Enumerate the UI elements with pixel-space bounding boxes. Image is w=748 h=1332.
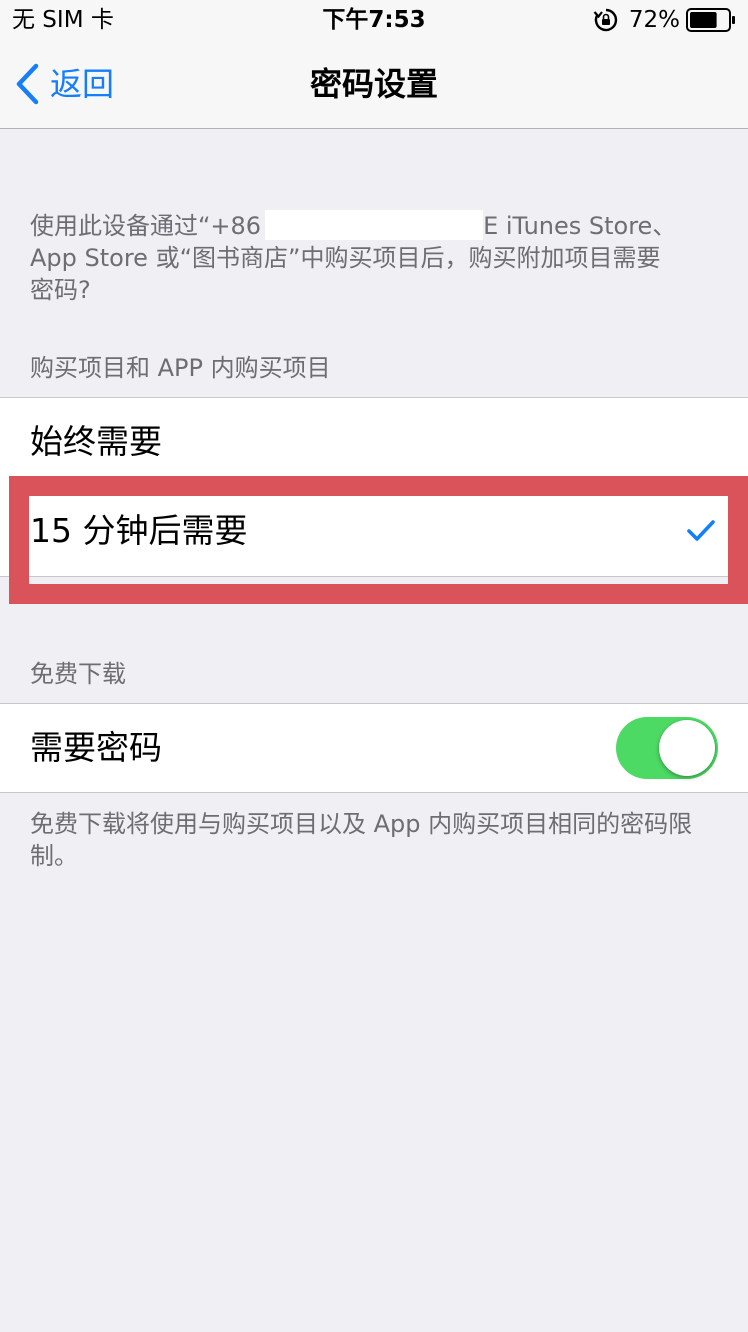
option-label: 始终需要 bbox=[30, 422, 162, 461]
purchase-description: 使用此设备通过“+86 E iTunes Store、 App Store 或“图… bbox=[30, 210, 730, 306]
require-password-toggle[interactable] bbox=[616, 717, 718, 779]
option-require-after-15-minutes[interactable]: 15 分钟后需要 bbox=[0, 486, 748, 576]
purchases-section-header: 购买项目和 APP 内购买项目 bbox=[30, 354, 331, 382]
option-always-require[interactable]: 始终需要 bbox=[0, 398, 748, 486]
navigation-bar: 返回 密码设置 bbox=[0, 40, 748, 129]
require-password-label: 需要密码 bbox=[30, 728, 162, 767]
description-line-1-prefix: 使用此设备通过“+86 bbox=[30, 212, 262, 240]
free-downloads-section-header: 免费下载 bbox=[30, 660, 126, 688]
description-line-3: 密码? bbox=[30, 276, 91, 304]
redacted-phone-number bbox=[265, 210, 484, 240]
free-downloads-group: 需要密码 bbox=[0, 703, 748, 793]
option-label: 15 分钟后需要 bbox=[30, 511, 248, 550]
rotation-lock-icon bbox=[593, 8, 618, 32]
password-settings-screen: 无 SIM 卡 下午7:53 72% 返回 密码设置 使用此设备通过“+86 E… bbox=[0, 0, 748, 1332]
description-line-2: App Store 或“图书商店”中购买项目后，购买附加项目需要 bbox=[30, 244, 661, 272]
require-password-row: 需要密码 bbox=[0, 704, 748, 792]
battery-percent: 72% bbox=[628, 7, 680, 33]
description-line-1: 使用此设备通过“+86 E iTunes Store、 bbox=[30, 210, 730, 242]
status-right: 72% bbox=[593, 6, 736, 34]
battery-icon bbox=[686, 8, 735, 32]
description-line-1-suffix: E iTunes Store、 bbox=[483, 212, 677, 240]
page-title: 密码设置 bbox=[309, 65, 438, 103]
checkmark-icon bbox=[687, 520, 715, 541]
free-downloads-footer: 免费下载将使用与购买项目以及 App 内购买项目相同的密码限制。 bbox=[30, 810, 693, 870]
toggle-knob bbox=[659, 720, 715, 776]
purchases-options-group: 始终需要 15 分钟后需要 bbox=[0, 397, 748, 577]
status-bar: 无 SIM 卡 下午7:53 72% bbox=[0, 0, 748, 40]
